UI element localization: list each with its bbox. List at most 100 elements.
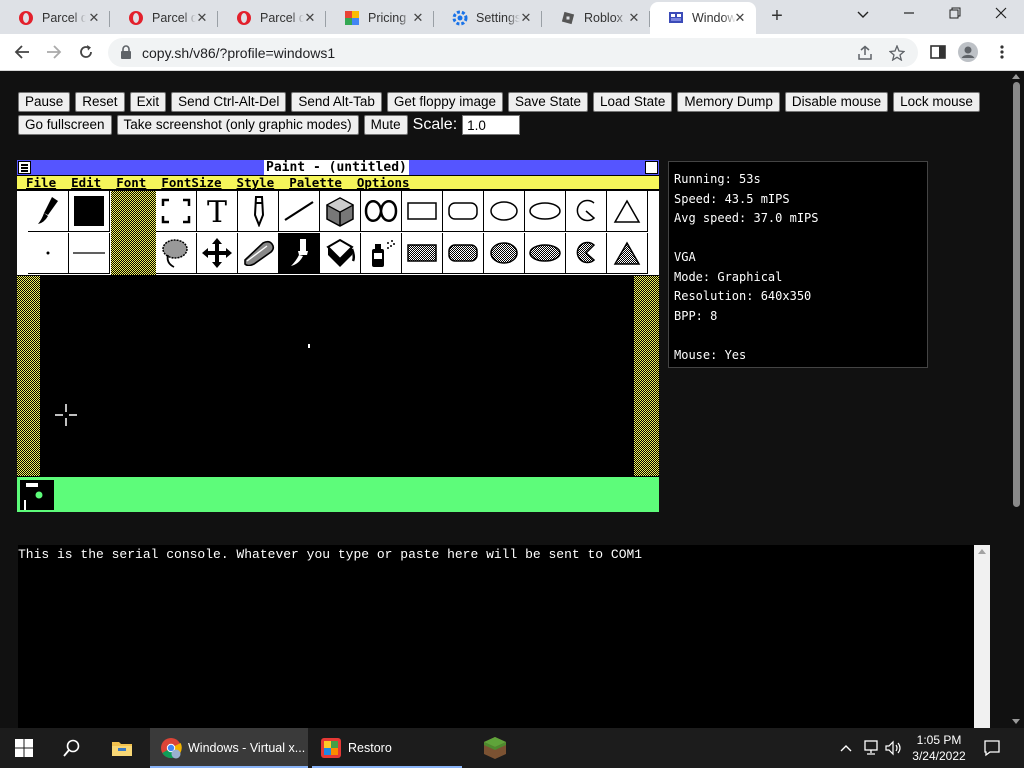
scale-input[interactable] (462, 115, 521, 135)
get-floppy-image-button[interactable]: Get floppy image (386, 92, 503, 112)
spray-can-tool-icon[interactable] (361, 233, 402, 274)
3d-box-tool-icon[interactable] (320, 191, 361, 232)
line-width-dot-icon[interactable] (28, 233, 69, 274)
filled-oval-tool-icon[interactable] (525, 233, 566, 274)
rectangle-tool-icon[interactable] (402, 191, 443, 232)
pencil-tool-icon[interactable] (238, 191, 279, 232)
move-tool-icon[interactable] (197, 233, 238, 274)
scroll-up-icon[interactable] (978, 549, 986, 554)
close-tab-icon[interactable]: ✕ (194, 10, 210, 26)
maximize-icon[interactable] (645, 161, 658, 174)
share-icon[interactable] (856, 44, 874, 62)
arc-tool-icon[interactable] (566, 191, 607, 232)
filled-rectangle-tool-icon[interactable] (402, 233, 443, 274)
load-state-button[interactable]: Load State (593, 92, 673, 112)
restoro-taskbar-button[interactable]: Restoro (312, 728, 470, 768)
profile-avatar[interactable] (958, 42, 978, 62)
filled-circle-tool-icon[interactable] (484, 233, 525, 274)
disable-mouse-button[interactable]: Disable mouse (784, 92, 889, 112)
menu-edit[interactable]: Edit (71, 176, 101, 190)
forward-button[interactable] (42, 40, 66, 64)
scrollbar-thumb[interactable] (1013, 82, 1020, 507)
menu-file[interactable]: File (26, 176, 56, 190)
scroll-down-icon[interactable] (1012, 719, 1020, 724)
close-tab-icon[interactable]: ✕ (86, 10, 102, 26)
browser-tab[interactable]: Parcel d ✕ (218, 2, 326, 34)
scroll-up-icon[interactable] (1012, 74, 1020, 79)
menu-options[interactable]: Options (357, 176, 410, 190)
line-width-line-icon[interactable] (69, 233, 110, 274)
paint-title-bar[interactable]: Paint - (untitled) (17, 160, 659, 176)
search-button[interactable] (48, 728, 96, 768)
exit-button[interactable]: Exit (129, 92, 167, 112)
paint-bucket-tool-icon[interactable] (320, 233, 361, 274)
bookmark-star-icon[interactable] (888, 44, 906, 62)
filled-rounded-rect-tool-icon[interactable] (443, 233, 484, 274)
lock-mouse-button[interactable]: Lock mouse (893, 92, 980, 112)
emulator-screen[interactable]: Paint - (untitled) File Edit Font FontSi… (17, 160, 659, 512)
browser-tab[interactable]: Pricing ✕ (326, 2, 434, 34)
file-explorer-button[interactable] (98, 728, 146, 768)
chrome-taskbar-button[interactable]: Windows - Virtual x... (150, 728, 308, 768)
system-menu-icon[interactable] (18, 161, 31, 174)
pause-button[interactable]: Pause (18, 92, 71, 112)
filled-pie-tool-icon[interactable] (566, 233, 607, 274)
notifications-button[interactable] (978, 728, 1006, 768)
eraser-tool-icon[interactable] (238, 233, 279, 274)
serial-console[interactable]: This is the serial console. Whatever you… (18, 545, 990, 728)
fill-color-swatch[interactable] (69, 191, 110, 232)
close-tab-icon[interactable]: ✕ (732, 10, 748, 26)
url-text[interactable]: copy.sh/v86/?profile=windows1 (142, 45, 335, 61)
menu-style[interactable]: Style (237, 176, 275, 190)
memory-dump-button[interactable]: Memory Dump (677, 92, 780, 112)
minecraft-taskbar-button[interactable] (472, 728, 518, 768)
lock-icon[interactable] (120, 45, 132, 64)
close-tab-icon[interactable]: ✕ (518, 10, 534, 26)
browser-tab-active[interactable]: Windows ✕ (650, 2, 756, 34)
line-tool-icon[interactable] (279, 191, 320, 232)
page-scrollbar[interactable] (1009, 72, 1024, 728)
close-tab-icon[interactable]: ✕ (410, 10, 426, 26)
save-state-button[interactable]: Save State (507, 92, 589, 112)
close-window-button[interactable] (978, 0, 1024, 30)
network-icon[interactable] (860, 728, 882, 768)
rounded-rect-tool-icon[interactable] (443, 191, 484, 232)
browser-tab[interactable]: Parcel d ✕ (110, 2, 218, 34)
start-button[interactable] (0, 728, 48, 768)
filled-polygon-tool-icon[interactable] (607, 233, 648, 274)
send-alt-tab-button[interactable]: Send Alt-Tab (291, 92, 382, 112)
new-tab-button[interactable]: + (766, 6, 788, 28)
side-panel-icon[interactable] (928, 42, 948, 62)
send-ctrl-alt-del-button[interactable]: Send Ctrl-Alt-Del (171, 92, 287, 112)
restore-button[interactable] (932, 0, 978, 30)
paintbrush-tool-icon[interactable] (279, 233, 320, 274)
menu-fontsize[interactable]: FontSize (161, 176, 221, 190)
pattern-swatch[interactable] (111, 191, 156, 275)
back-button[interactable] (10, 40, 34, 64)
take-screenshot-button[interactable]: Take screenshot (only graphic modes) (116, 115, 359, 135)
lasso-tool-icon[interactable] (156, 233, 197, 274)
browser-tab[interactable]: Parcel d ✕ (0, 2, 110, 34)
volume-icon[interactable] (884, 728, 904, 768)
serial-console-scrollbar[interactable] (974, 545, 990, 728)
oval-tool-icon[interactable] (525, 191, 566, 232)
address-bar[interactable]: copy.sh/v86/?profile=windows1 (108, 38, 918, 67)
polygon-tool-icon[interactable] (607, 191, 648, 232)
close-tab-icon[interactable]: ✕ (626, 10, 642, 26)
tab-search-button[interactable] (840, 0, 886, 30)
text-tool-icon[interactable]: T (197, 191, 238, 232)
minimize-button[interactable] (886, 0, 932, 30)
browser-tab[interactable]: Settings ✕ (434, 2, 542, 34)
reset-button[interactable]: Reset (75, 92, 125, 112)
paint-canvas[interactable] (40, 276, 634, 476)
go-fullscreen-button[interactable]: Go fullscreen (18, 115, 112, 135)
close-tab-icon[interactable]: ✕ (302, 10, 318, 26)
color-palette[interactable] (17, 476, 659, 512)
brush-shape-icon[interactable] (28, 191, 69, 232)
browser-menu-icon[interactable] (992, 42, 1012, 62)
menu-font[interactable]: Font (116, 176, 146, 190)
taskbar-clock[interactable]: 1:05 PM 3/24/2022 (905, 732, 973, 764)
circle-tool-icon[interactable] (484, 191, 525, 232)
selection-rect-icon[interactable] (156, 191, 197, 232)
curve-tool-icon[interactable] (361, 191, 402, 232)
